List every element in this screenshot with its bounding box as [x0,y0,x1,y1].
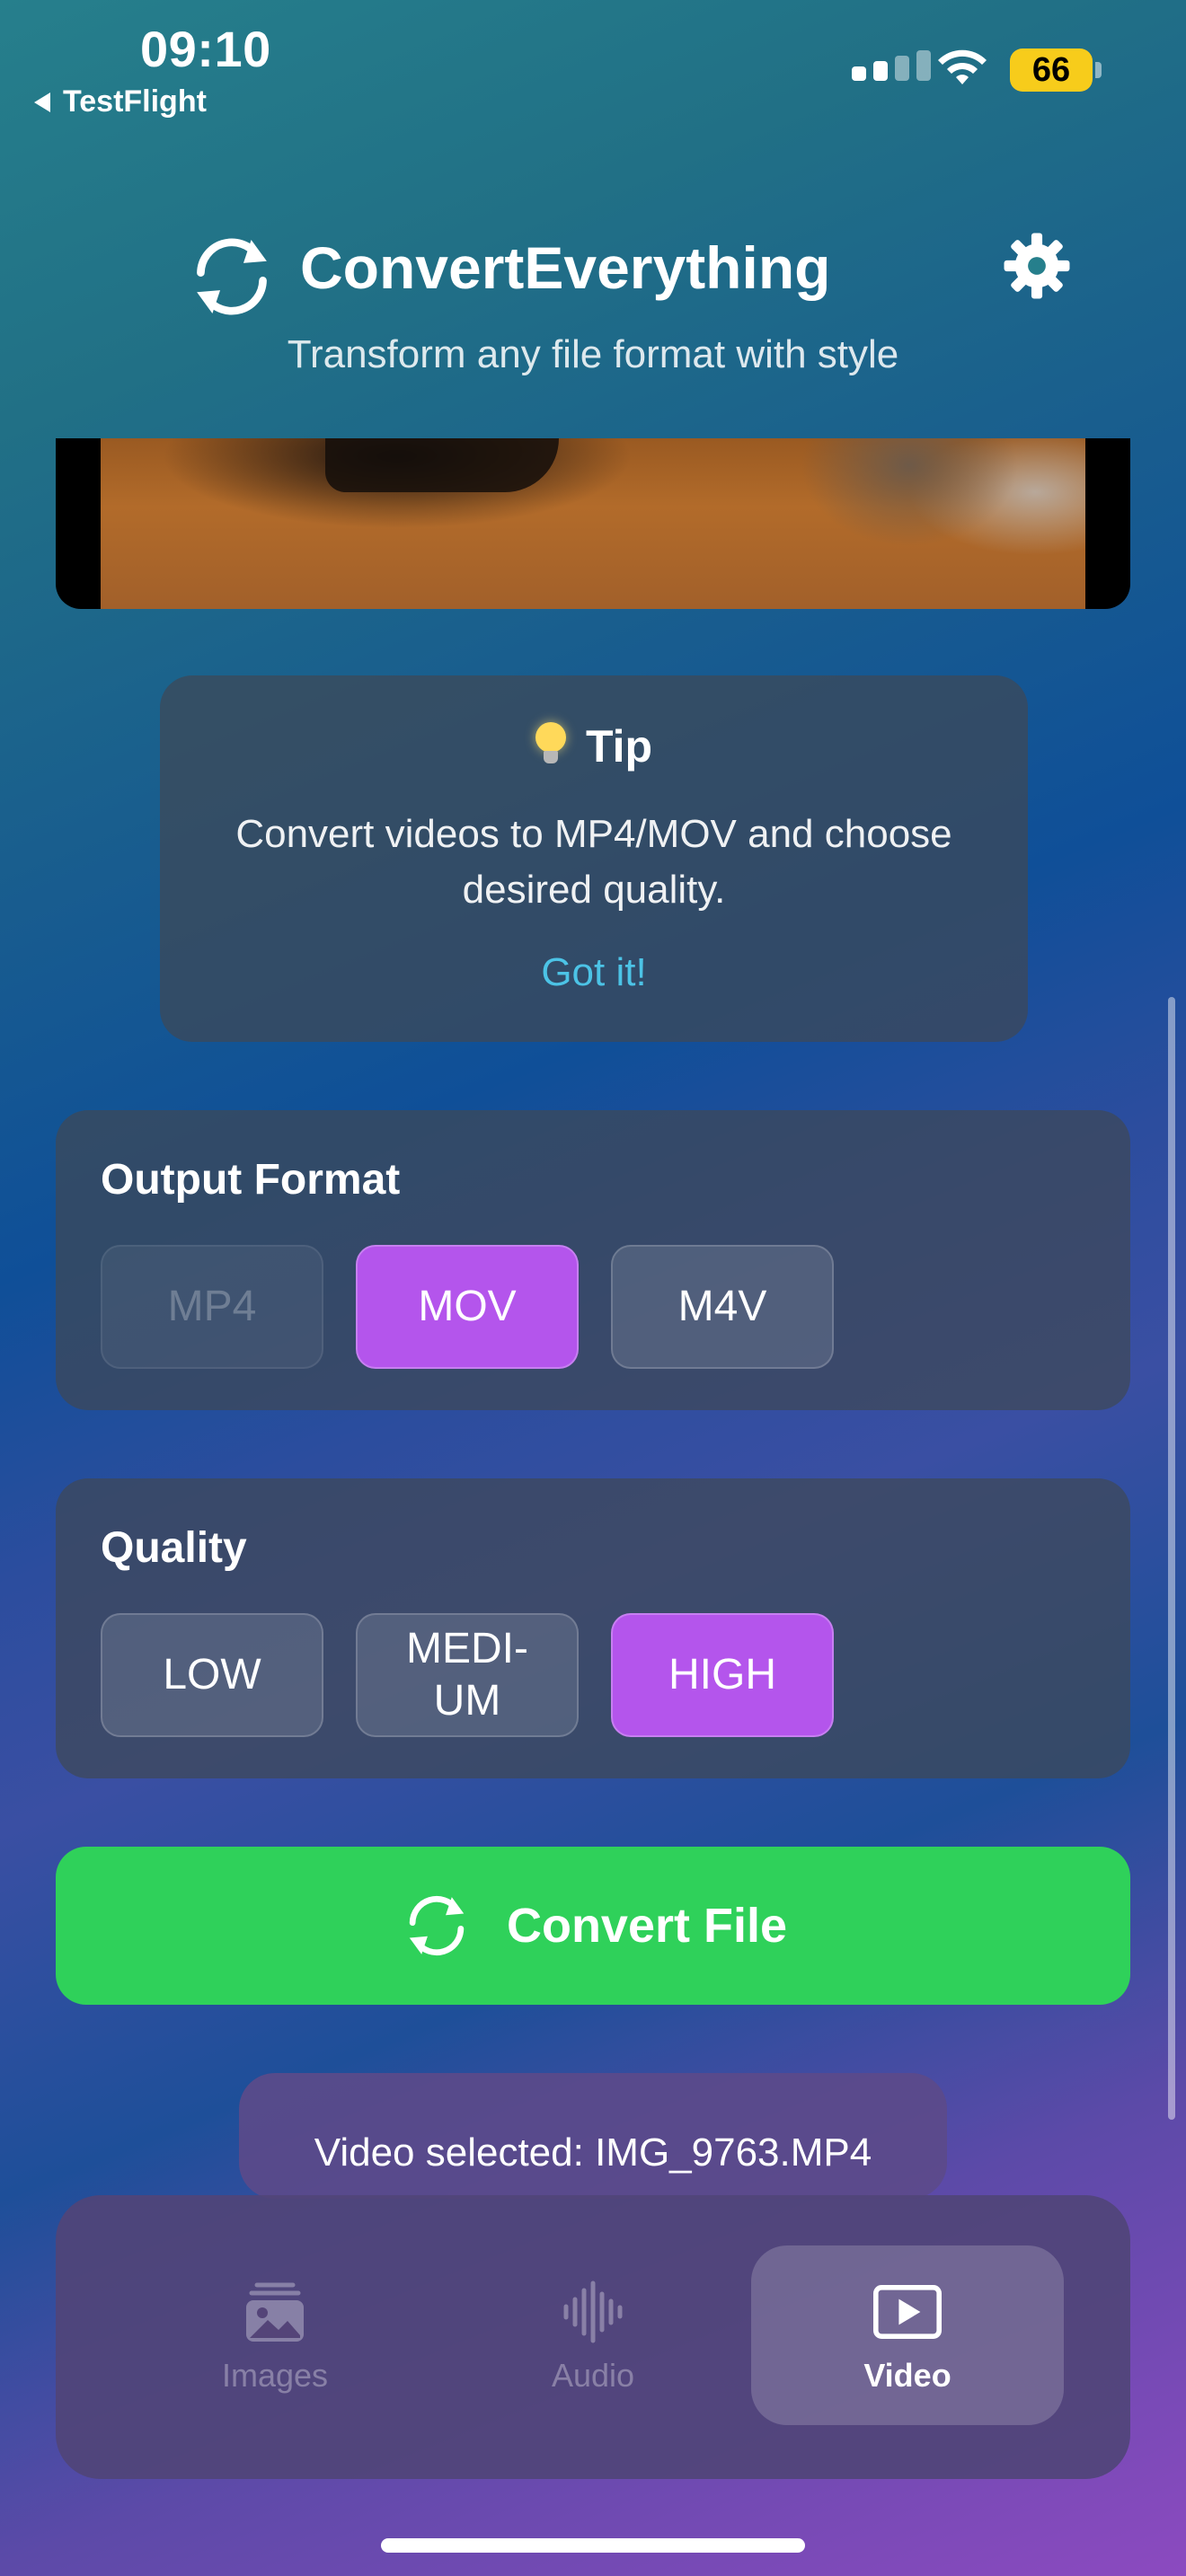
quality-title: Quality [101,1524,247,1572]
tip-heading: Tip [160,720,1028,772]
tab-images[interactable]: Images [119,2245,431,2425]
lightbulb-icon [535,722,566,767]
play-rectangle-icon [873,2285,942,2339]
gear-icon[interactable] [1003,232,1071,300]
wifi-icon [938,49,987,84]
tab-audio[interactable]: Audio [437,2245,749,2425]
format-mov-button[interactable]: MOV [356,1245,579,1369]
output-format-title: Output Format [101,1156,401,1204]
convert-file-label: Convert File [506,1899,788,1953]
cellular-signal-icon [852,50,931,81]
tab-images-label: Images [221,2357,329,2394]
format-m4v-button[interactable]: M4V [611,1245,834,1369]
quality-card: Quality LOW MEDI- UM HIGH [56,1478,1130,1778]
video-preview [56,438,1130,609]
tab-bar: Images Audio Video [56,2195,1130,2479]
tab-video-label: Video [863,2357,951,2394]
video-frame [101,438,1085,609]
scroll-indicator[interactable] [1168,997,1175,2120]
home-indicator[interactable] [381,2538,805,2553]
quality-medium-button[interactable]: MEDI- UM [356,1613,579,1737]
tip-heading-label: Tip [585,721,653,772]
battery-indicator: 66 [1010,49,1093,92]
quality-high-button[interactable]: HIGH [611,1613,834,1737]
tip-card: Tip Convert videos to MP4/MOV and choose… [160,675,1028,1042]
app-subtitle: Transform any file format with style [287,332,899,376]
format-mp4-button[interactable]: MP4 [101,1245,323,1369]
battery-cap [1095,62,1102,78]
tab-audio-label: Audio [551,2357,635,2394]
back-app-label: TestFlight [63,84,207,119]
photo-stack-icon [246,2282,304,2342]
video-dark-object [325,438,559,492]
convert-file-button[interactable]: Convert File [56,1847,1130,2005]
status-time: 09:10 [140,21,271,77]
tip-dismiss-button[interactable]: Got it! [160,950,1028,995]
tab-video[interactable]: Video [751,2245,1064,2425]
waveform-icon [563,2280,623,2343]
quality-low-button[interactable]: LOW [101,1613,323,1737]
back-to-testflight-link[interactable]: TestFlight [34,84,207,119]
refresh-icon [197,238,267,315]
tip-text: Convert videos to MP4/MOV and choose des… [235,812,952,912]
output-format-card: Output Format MP4 MOV M4V [56,1110,1130,1410]
back-triangle-icon [34,92,50,112]
selection-toast: Video selected: IMG_9763.MP4 [239,2073,947,2199]
toast-text: Video selected: IMG_9763.MP4 [314,2130,872,2175]
refresh-icon [409,1895,465,1956]
app-title: ConvertEverything [300,234,831,301]
